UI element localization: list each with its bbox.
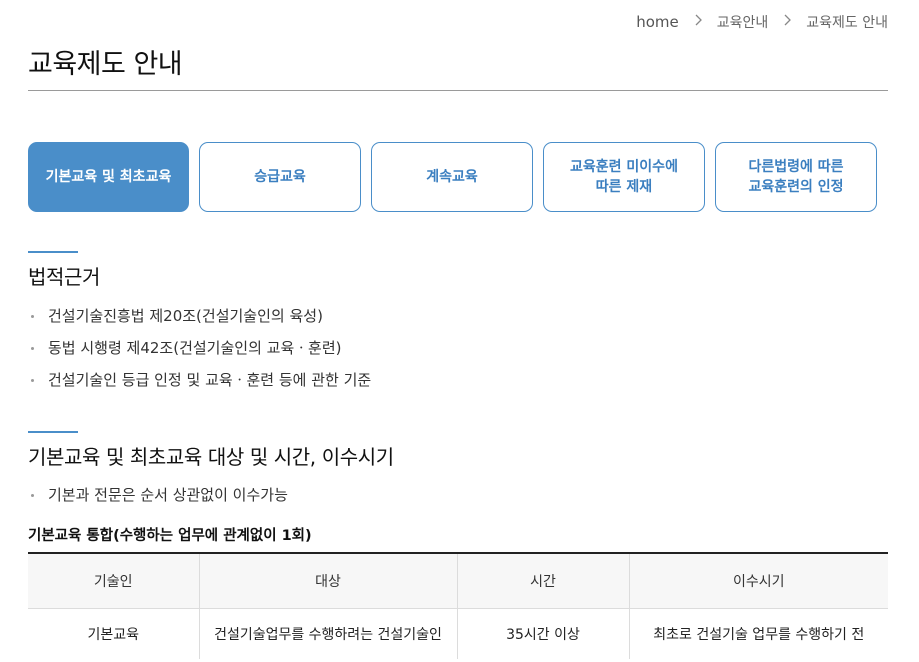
section-accent-line [28,251,78,253]
column-header: 기술인 [28,552,200,609]
target-time-list: 기본과 전문은 순서 상관없이 이수가능 [31,479,288,511]
breadcrumb-current[interactable]: 교육제도 안내 [806,12,888,32]
table-header-row: 기술인 대상 시간 이수시기 [28,552,888,609]
column-header: 대상 [198,552,458,609]
list-item: 건설기술인 등급 인정 및 교육ㆍ훈련 등에 관한 기준 [31,364,371,396]
section-legal-basis: 법적근거 [28,251,100,290]
education-table: 기술인 대상 시간 이수시기 기본교육 건설기술업무를 수행하려는 건설기술인 … [28,552,888,659]
tab-continuing-education[interactable]: 계속교육 [371,142,533,212]
tab-promotion-education[interactable]: 승급교육 [199,142,361,212]
breadcrumb-education-guide[interactable]: 교육안내 [717,12,769,32]
list-item: 기본과 전문은 순서 상관없이 이수가능 [31,479,288,511]
table-cell: 35시간 이상 [456,608,630,659]
breadcrumb: home 교육안내 교육제도 안내 [636,11,888,33]
column-header: 이수시기 [628,552,888,609]
section-title: 법적근거 [28,265,100,289]
list-item: 건설기술진흥법 제20조(건설기술인의 육성) [31,300,371,332]
section-target-time: 기본교육 및 최초교육 대상 및 시간, 이수시기 [28,431,394,470]
table-cell: 기본교육 [28,608,200,659]
table-cell: 건설기술업무를 수행하려는 건설기술인 [198,608,458,659]
chevron-right-icon [695,14,703,30]
breadcrumb-home[interactable]: home [636,13,679,31]
table-title: 기본교육 통합(수행하는 업무에 관계없이 1회) [28,528,312,544]
legal-basis-list: 건설기술진흥법 제20조(건설기술인의 육성) 동법 시행령 제42조(건설기술… [31,300,371,396]
section-title: 기본교육 및 최초교육 대상 및 시간, 이수시기 [28,445,394,469]
tab-basic-initial-education[interactable]: 기본교육 및 최초교육 [28,142,189,212]
education-tabs: 기본교육 및 최초교육 승급교육 계속교육 교육훈련 미이수에 따른 제재 다른… [28,142,877,212]
table-row: 기본교육 건설기술업무를 수행하려는 건설기술인 35시간 이상 최초로 건설기… [28,608,888,659]
table-cell: 최초로 건설기술 업무를 수행하기 전 [628,608,888,659]
tab-recognition-other-laws[interactable]: 다른법령에 따른 교육훈련의 인정 [715,142,877,212]
tab-sanctions-for-non-completion[interactable]: 교육훈련 미이수에 따른 제재 [543,142,705,212]
page-title: 교육제도 안내 [28,49,183,80]
list-item: 동법 시행령 제42조(건설기술인의 교육ㆍ훈련) [31,332,371,364]
chevron-right-icon [784,14,792,30]
title-divider [28,90,888,91]
section-accent-line [28,431,78,433]
column-header: 시간 [456,552,630,609]
